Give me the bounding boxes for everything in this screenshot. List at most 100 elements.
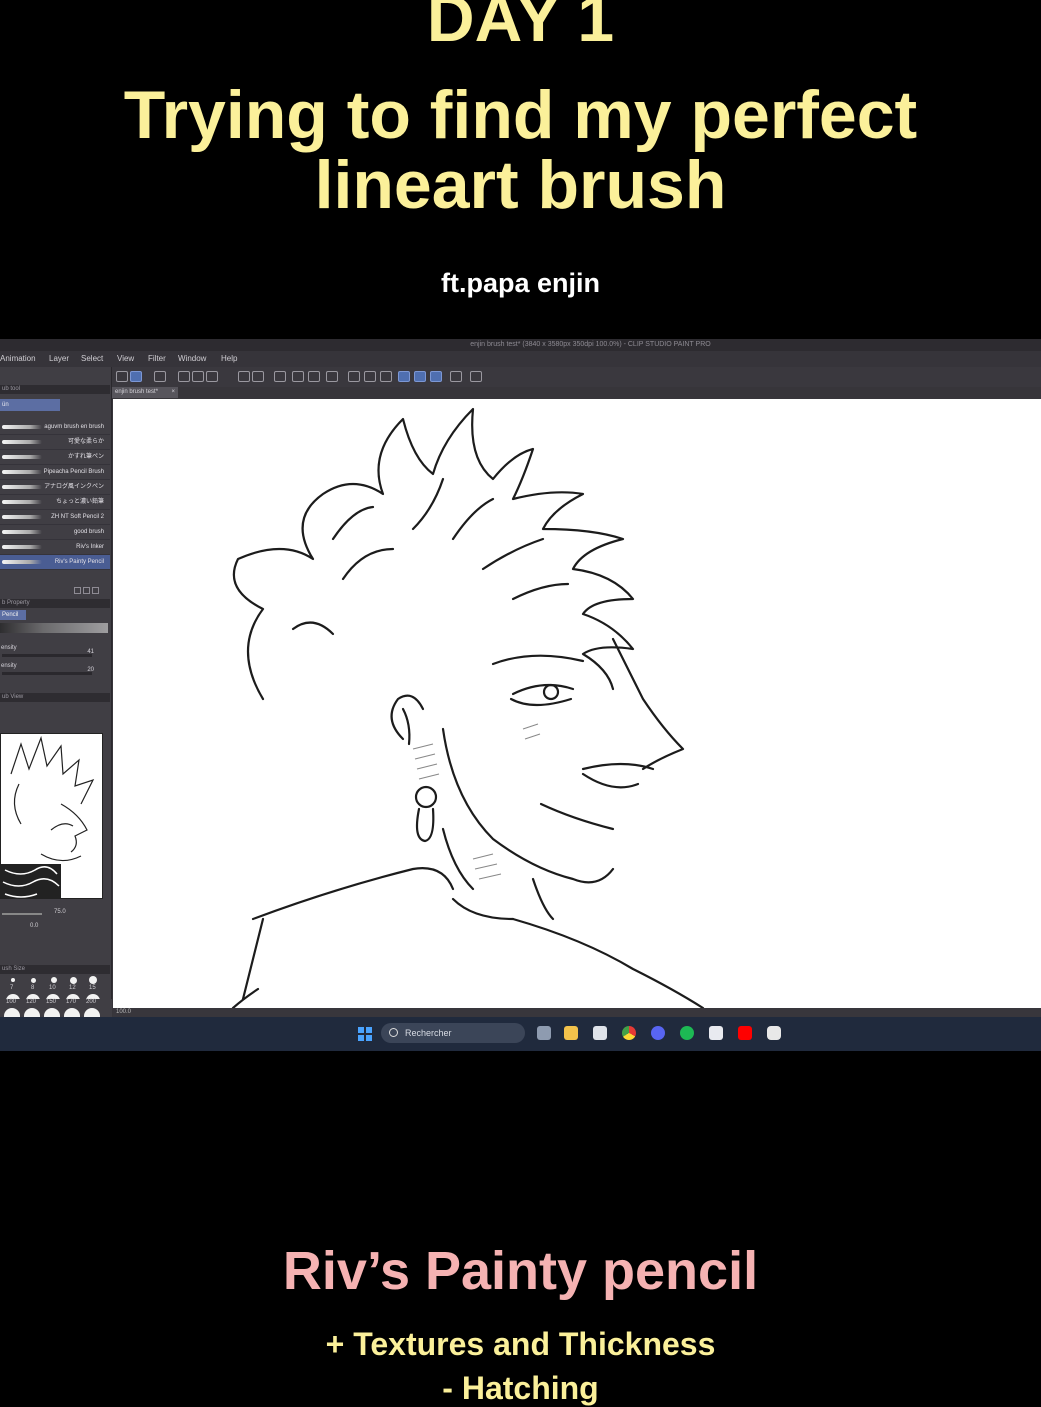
- save-icon[interactable]: [206, 371, 218, 382]
- new-file-icon[interactable]: [178, 371, 190, 382]
- rotate-icon[interactable]: [274, 371, 286, 382]
- deselect-icon[interactable]: [348, 371, 360, 382]
- feature-plus-caption: + Textures and Thickness: [325, 1326, 716, 1362]
- rotate-value[interactable]: 0.0: [30, 923, 38, 929]
- menu-view[interactable]: View: [117, 351, 134, 367]
- taskbar-search[interactable]: Rechercher: [381, 1023, 525, 1043]
- headline: Trying to find my perfect lineart brush: [0, 80, 1041, 220]
- search-icon: [389, 1028, 398, 1037]
- navigator-zoom[interactable]: 75.0: [0, 909, 110, 919]
- menu-toggle-icon[interactable]: [116, 371, 128, 382]
- document-tab-label: enjin brush test*: [115, 389, 159, 395]
- brush-size-label: 120: [26, 999, 37, 1005]
- brush-label: Riv's Inker: [76, 544, 104, 550]
- canvas-icon[interactable]: [154, 371, 166, 382]
- paint-icon[interactable]: [709, 1026, 723, 1040]
- file-explorer-icon[interactable]: [564, 1026, 578, 1040]
- brush-label: good brush: [73, 529, 104, 535]
- device-icon[interactable]: [450, 371, 462, 382]
- chrome-icon[interactable]: [622, 1026, 636, 1040]
- youtube-icon[interactable]: [738, 1026, 752, 1040]
- brush-name-caption: Riv’s Painty pencil: [282, 1241, 759, 1301]
- brush-item[interactable]: good brush: [0, 525, 110, 540]
- menu-window[interactable]: Window: [178, 351, 206, 367]
- status-zoom[interactable]: 100.0: [116, 1009, 131, 1015]
- property-slider[interactable]: [2, 654, 92, 657]
- snap-special-ruler-icon[interactable]: [414, 371, 426, 382]
- brush-size-dot[interactable]: [11, 978, 15, 982]
- drawing-canvas[interactable]: [113, 399, 1041, 1008]
- zoom-slider[interactable]: [2, 913, 42, 915]
- tool-property-header: b Property: [0, 599, 110, 608]
- windows-start-icon[interactable]: [358, 1027, 372, 1041]
- undo-icon[interactable]: [238, 371, 250, 382]
- delete-subtool-icon[interactable]: [92, 587, 99, 594]
- brush-stroke-preview: [2, 455, 42, 459]
- navigator-rotate[interactable]: 0.0: [0, 923, 110, 933]
- new-subtool-icon[interactable]: [83, 587, 90, 594]
- clip-studio-icon[interactable]: [767, 1026, 781, 1040]
- menu-layer[interactable]: Layer: [49, 351, 69, 367]
- brush-item[interactable]: aguvm brush en brush: [0, 420, 110, 435]
- headline-line-1: Trying to find my perfect: [123, 77, 918, 153]
- crop-icon[interactable]: [364, 371, 376, 382]
- command-bar: [112, 367, 1041, 387]
- property-name: ensity: [1, 645, 17, 651]
- navigator-thumbnail[interactable]: [0, 733, 103, 899]
- lineart-drawing: [231, 407, 705, 1008]
- zoom-value[interactable]: 75.0: [54, 909, 66, 915]
- brush-label: ZH NT Soft Pencil 2: [51, 514, 104, 520]
- close-tab-icon[interactable]: ×: [171, 387, 175, 398]
- subtool-icon-row: [74, 581, 101, 594]
- snap-ruler-icon[interactable]: [398, 371, 410, 382]
- brush-item[interactable]: Pipeacha Pencil Brush: [0, 465, 110, 480]
- brush-size-dot[interactable]: [31, 978, 36, 983]
- brush-item-selected[interactable]: Riv's Painty Pencil: [0, 555, 110, 570]
- brush-stroke-preview: [2, 545, 42, 549]
- menu-help[interactable]: Help: [221, 351, 237, 367]
- brush-item[interactable]: 可愛な柔らか: [0, 435, 110, 450]
- task-view-icon[interactable]: [537, 1026, 551, 1040]
- tool-property-tab[interactable]: Pencil: [0, 610, 26, 620]
- brush-stroke-preview: [2, 560, 42, 564]
- brush-stroke-preview: [2, 485, 42, 489]
- pen-tool-icon[interactable]: [130, 371, 142, 382]
- transform-icon[interactable]: [326, 371, 338, 382]
- spotify-icon[interactable]: [680, 1026, 694, 1040]
- brush-size-dot[interactable]: [89, 976, 97, 984]
- discord-icon[interactable]: [651, 1026, 665, 1040]
- brush-label: ちょっと濃い鉛筆: [55, 499, 104, 505]
- brush-size-dot[interactable]: [51, 977, 57, 983]
- property-density-2[interactable]: ensity 20: [0, 661, 110, 677]
- clear-icon[interactable]: [292, 371, 304, 382]
- brush-size-label: 7: [10, 985, 14, 991]
- brush-size-dot[interactable]: [70, 977, 77, 984]
- brush-stroke-preview: [2, 530, 42, 534]
- document-tab[interactable]: enjin brush test* ×: [112, 387, 178, 398]
- featuring-caption: ft.papa enjin: [440, 268, 600, 298]
- redo-icon[interactable]: [252, 371, 264, 382]
- open-folder-icon[interactable]: [192, 371, 204, 382]
- brush-item[interactable]: Riv's Inker: [0, 540, 110, 555]
- windows-taskbar: Rechercher: [0, 1017, 1041, 1051]
- brush-item[interactable]: かすれ筆ペン: [0, 450, 110, 465]
- fill-icon[interactable]: [308, 371, 320, 382]
- brush-item[interactable]: ちょっと濃い鉛筆: [0, 495, 110, 510]
- brush-item[interactable]: ZH NT Soft Pencil 2: [0, 510, 110, 525]
- brush-size-label: 170: [66, 999, 77, 1005]
- brush-item[interactable]: アナログ風インクペン: [0, 480, 110, 495]
- menu-animation[interactable]: Animation: [0, 351, 36, 367]
- property-slider[interactable]: [2, 672, 92, 675]
- property-name: ensity: [1, 663, 17, 669]
- menu-filter[interactable]: Filter: [148, 351, 166, 367]
- menu-select[interactable]: Select: [81, 351, 103, 367]
- property-density[interactable]: ensity 41: [0, 643, 110, 659]
- store-icon[interactable]: [593, 1026, 607, 1040]
- brush-preview-strip: [0, 623, 108, 633]
- settings-icon[interactable]: [470, 371, 482, 382]
- snap-grid-icon[interactable]: [430, 371, 442, 382]
- select-icon[interactable]: [380, 371, 392, 382]
- brush-stroke-preview: [2, 515, 42, 519]
- subtool-tab[interactable]: ün: [0, 399, 60, 411]
- copy-subtool-icon[interactable]: [74, 587, 81, 594]
